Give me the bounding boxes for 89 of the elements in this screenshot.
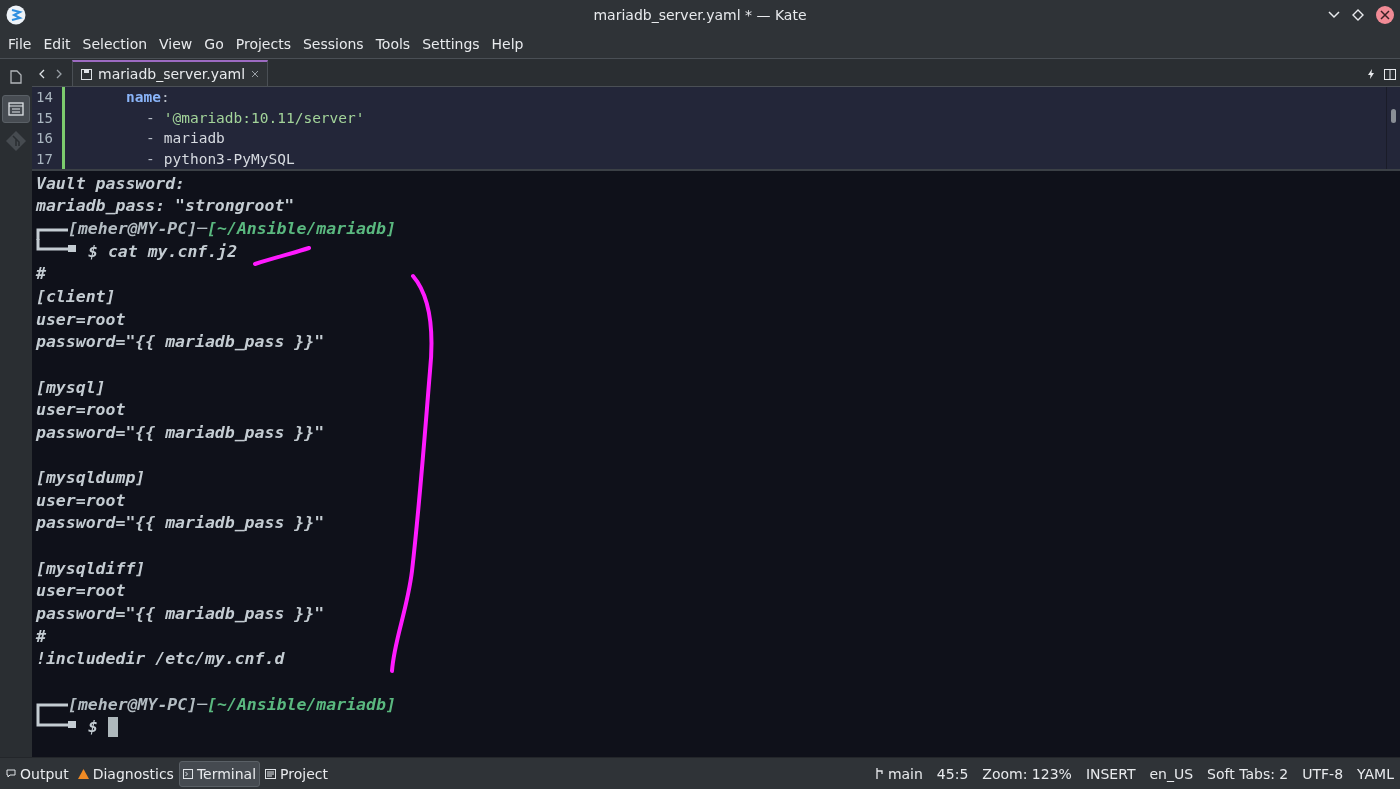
menu-item[interactable]: Sessions bbox=[296, 36, 370, 52]
prompt-separator: ─ bbox=[197, 219, 208, 239]
code-token: : bbox=[160, 89, 170, 106]
document-tab[interactable]: mariadb_server.yaml bbox=[72, 60, 269, 86]
terminal-output-line: # bbox=[36, 626, 46, 646]
code-token: '@mariadb:10.11/server' bbox=[163, 109, 365, 126]
panel-tab[interactable]: Terminal bbox=[178, 760, 261, 787]
code-token: mariadb bbox=[163, 130, 225, 147]
pen-stroke bbox=[253, 246, 311, 266]
terminal-output-line: user=root bbox=[36, 490, 126, 510]
sidebar-button[interactable] bbox=[2, 95, 30, 123]
window-title: mariadb_server.yaml * — Kate bbox=[593, 7, 807, 23]
command-text: cat my.cnf.j2 bbox=[107, 241, 238, 261]
line-number: 15 bbox=[36, 108, 54, 128]
terminal-output-line: [mysqldump] bbox=[36, 468, 146, 488]
code-token: python3-PyMySQL bbox=[163, 150, 295, 167]
panel-tab[interactable]: Project bbox=[261, 760, 332, 787]
menu-item[interactable]: View bbox=[153, 36, 199, 52]
project-icon bbox=[265, 768, 277, 779]
status-item[interactable]: Zoom: 123% bbox=[982, 765, 1072, 782]
terminal-output-line: mariadb_pass: "strongroot" bbox=[36, 196, 295, 216]
terminal-output-line: [mysqldiff] bbox=[36, 558, 146, 578]
app-logo-icon bbox=[6, 5, 26, 25]
code-token: - bbox=[146, 130, 155, 147]
prompt-path: [~/Ansible/mariadb] bbox=[207, 219, 396, 239]
menu-item[interactable]: Go bbox=[198, 36, 230, 52]
menu-item[interactable]: Help bbox=[485, 36, 530, 52]
list-icon bbox=[8, 102, 24, 116]
prompt-corner-drawing bbox=[36, 239, 78, 254]
branch-name[interactable]: main bbox=[887, 765, 923, 782]
menu-item[interactable]: Edit bbox=[37, 36, 77, 52]
prompt-corner-drawing bbox=[36, 227, 68, 240]
terminal-output-line: password="{{ mariadb_pass }}" bbox=[36, 513, 325, 533]
menu-item[interactable]: Selection bbox=[76, 36, 154, 52]
prompt-symbol: $ bbox=[88, 717, 98, 737]
forward-icon[interactable] bbox=[55, 69, 63, 79]
menu-item[interactable]: Tools bbox=[369, 36, 417, 52]
message-icon bbox=[6, 768, 16, 779]
prompt-path: [~/Ansible/mariadb] bbox=[207, 694, 396, 714]
panel-tab[interactable]: Diagnostics bbox=[73, 760, 178, 787]
panel-tab[interactable]: Output bbox=[2, 760, 73, 787]
git-icon bbox=[5, 130, 27, 152]
tab-label: mariadb_server.yaml bbox=[98, 66, 246, 82]
terminal-output-line: password="{{ mariadb_pass }}" bbox=[36, 422, 325, 442]
terminal-output-line: # bbox=[36, 264, 46, 284]
prompt-corner-drawing bbox=[36, 714, 78, 729]
prompt-separator: ─ bbox=[197, 694, 208, 714]
terminal-output-line: [client] bbox=[36, 287, 116, 306]
terminal-output-line: password="{{ mariadb_pass }}" bbox=[36, 332, 325, 352]
prompt-user-host: [meher@MY-PC] bbox=[68, 219, 198, 239]
status-item[interactable]: YAML bbox=[1357, 765, 1394, 782]
terminal-output-line: !includedir /etc/my.cnf.d bbox=[36, 649, 285, 669]
terminal-output-line: user=root bbox=[36, 400, 126, 420]
prompt-symbol: $ bbox=[88, 241, 98, 261]
terminal-output-line: user=root bbox=[36, 309, 126, 329]
status-item[interactable]: Soft Tabs: 2 bbox=[1207, 765, 1289, 782]
scrollbar-thumb[interactable] bbox=[1391, 109, 1396, 123]
menu-item[interactable]: Projects bbox=[229, 36, 297, 52]
prompt-corner-drawing bbox=[36, 703, 68, 716]
status-item[interactable]: UTF-8 bbox=[1302, 765, 1344, 782]
terminal-output-line: [mysql] bbox=[36, 377, 106, 397]
line-number: 14 bbox=[36, 88, 54, 107]
document-icon bbox=[10, 70, 22, 84]
status-item[interactable]: 45:5 bbox=[936, 765, 969, 782]
branch-icon bbox=[875, 768, 884, 779]
menu-item[interactable]: File bbox=[2, 36, 38, 52]
code-token: - bbox=[146, 150, 155, 167]
minimize-icon[interactable] bbox=[1328, 11, 1340, 19]
menu-item[interactable]: Settings bbox=[416, 36, 486, 52]
terminal-output-line: password="{{ mariadb_pass }}" bbox=[36, 604, 325, 623]
maximize-icon[interactable] bbox=[1352, 9, 1364, 21]
save-icon bbox=[81, 68, 92, 80]
back-icon[interactable] bbox=[37, 69, 45, 79]
status-item[interactable]: INSERT bbox=[1085, 765, 1136, 782]
code-token: name bbox=[126, 89, 161, 106]
close-icon[interactable] bbox=[1376, 6, 1394, 24]
terminal-output-line: Vault password: bbox=[36, 173, 185, 193]
code-token: - bbox=[146, 109, 155, 126]
close-icon[interactable] bbox=[251, 70, 260, 78]
line-number: 16 bbox=[36, 129, 54, 148]
status-item[interactable]: en_US bbox=[1149, 765, 1194, 782]
terminal-icon bbox=[182, 768, 193, 779]
line-number: 17 bbox=[36, 149, 54, 169]
terminal-output-line: user=root bbox=[36, 581, 126, 601]
warning-icon bbox=[77, 768, 89, 779]
lightning-icon[interactable] bbox=[1368, 69, 1374, 79]
prompt-user-host: [meher@MY-PC] bbox=[68, 694, 198, 714]
split-view-icon[interactable] bbox=[1384, 68, 1396, 80]
text-cursor bbox=[107, 716, 118, 737]
